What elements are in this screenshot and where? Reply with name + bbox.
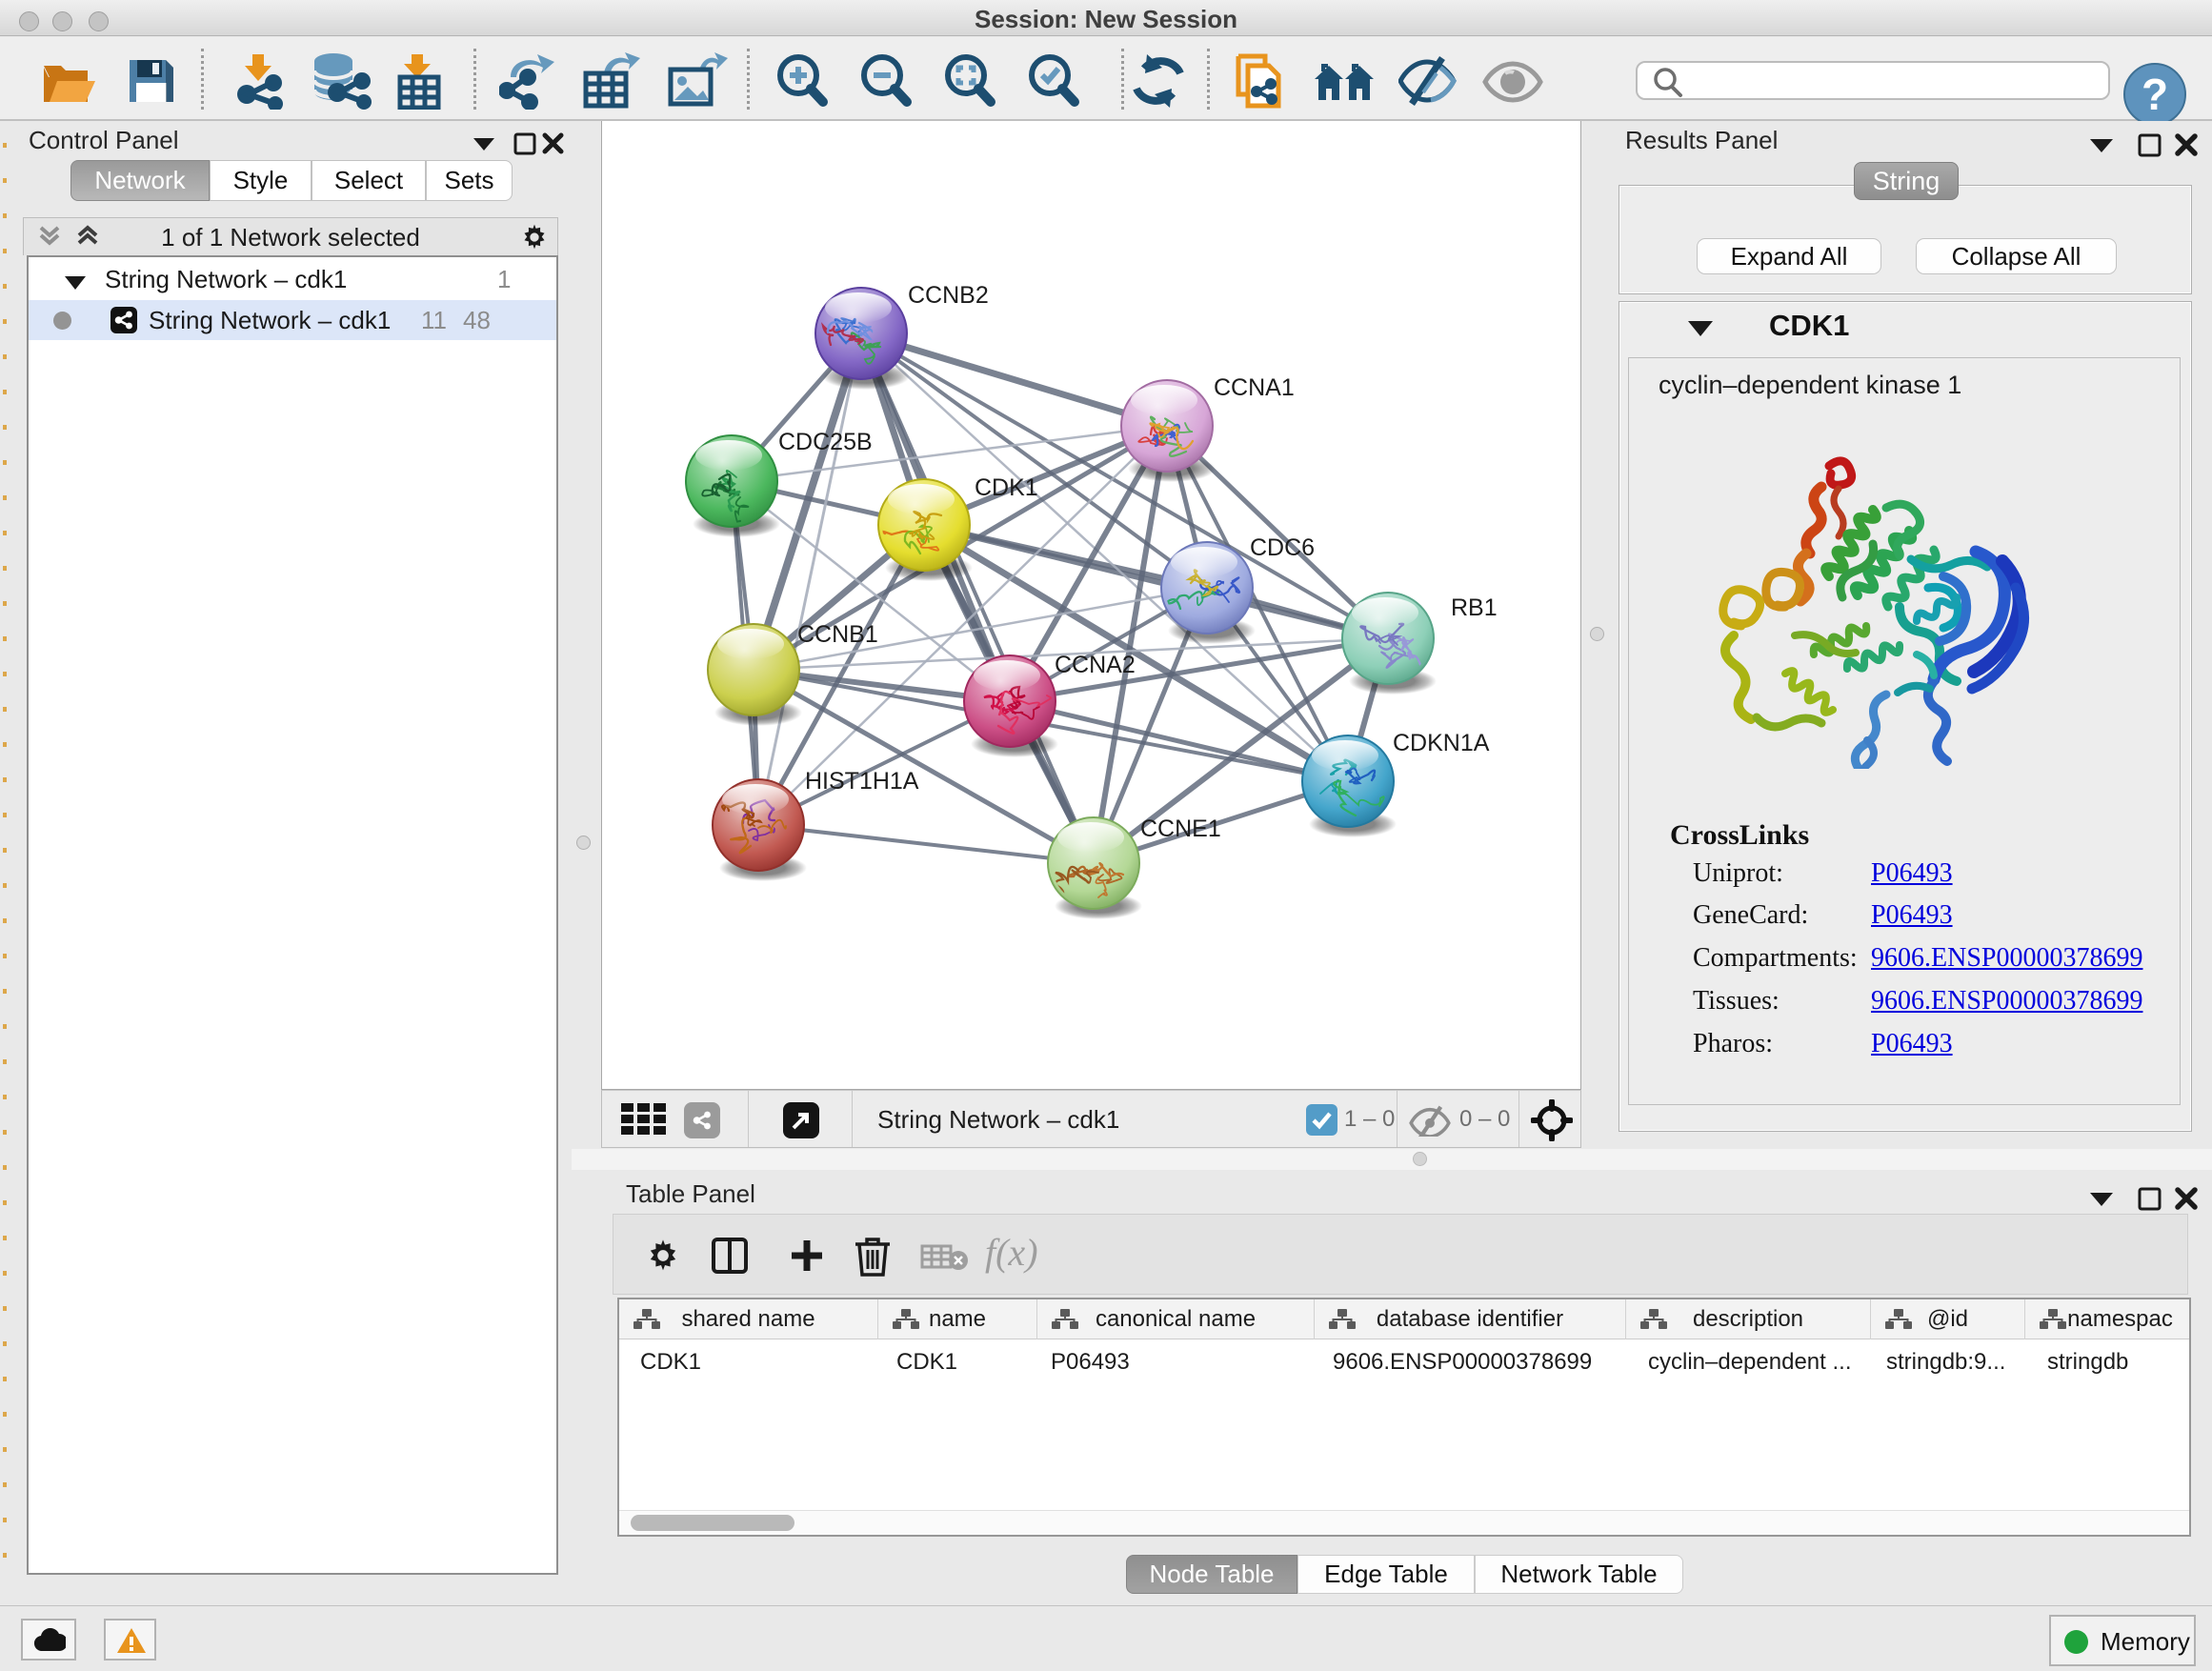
svg-text:CCNE1: CCNE1 (1140, 815, 1221, 842)
svg-text:CCNB1: CCNB1 (797, 621, 878, 648)
svg-text:CCNA1: CCNA1 (1214, 374, 1295, 401)
svg-text:CCNA2: CCNA2 (1055, 652, 1136, 678)
svg-text:CDC6: CDC6 (1250, 534, 1315, 561)
svg-text:CDKN1A: CDKN1A (1393, 730, 1490, 756)
svg-text:RB1: RB1 (1451, 594, 1498, 621)
svg-text:CDC25B: CDC25B (778, 429, 873, 455)
svg-text:HIST1H1A: HIST1H1A (805, 768, 919, 795)
svg-text:CCNB2: CCNB2 (908, 282, 989, 309)
svg-text:CDK1: CDK1 (975, 474, 1038, 501)
